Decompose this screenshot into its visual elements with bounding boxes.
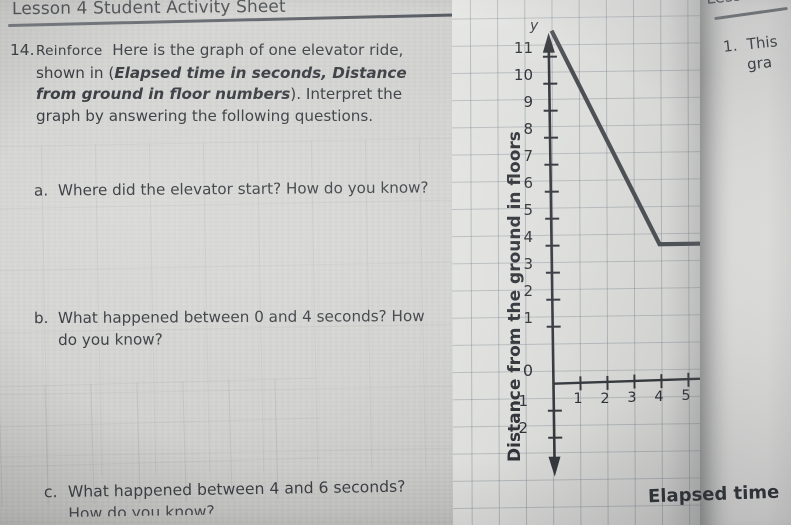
right-page-item-line2: gra [746,52,773,74]
reinforce-tag: Reinforce [36,43,103,59]
right-page: Lesson 1. This gra [700,0,791,525]
sub-question-b: b. What happened between 0 and 4 seconds… [34,305,444,351]
sub-question-c: c. What happened between 4 and 6 seconds… [44,475,465,518]
y-tick-label-11: 11 [513,39,533,57]
sub-question-a: a. Where did the elevator start? How do … [34,176,444,201]
right-page-item-1: 1. This gra [722,31,780,76]
x-tick-label-2: 2 [600,391,610,407]
right-page-item-line1: This [745,32,779,54]
y-axis-title: Distance from the ground in floors [505,131,525,462]
right-page-divider [714,6,788,20]
x-tick-label-3: 3 [627,390,637,406]
sub-question-c-body: What happened between 4 and 6 seconds? H… [68,476,406,517]
question-number: 14. [10,41,35,59]
worksheet-photo: Lesson 4 Student Activity Sheet 14. Rein… [0,0,791,525]
question-text: Reinforce Here is the graph of one eleva… [36,40,440,127]
right-page-header: Lesson [705,0,762,8]
right-page-item-number: 1. [722,36,739,56]
sub-question-c-letter: c. [43,483,58,502]
y-axis-symbol: y [530,18,539,34]
y-axis-arrow-down [548,456,561,477]
page-header-title: Lesson 4 Student Activity Sheet [11,0,286,20]
question-14: 14. Reinforce Here is the graph of one e… [10,40,440,127]
x-tick-label-1: 1 [573,391,583,407]
x-tick-label-4: 4 [654,389,664,405]
sub-question-a-text: Where did the elevator start? How do you… [57,178,429,200]
sub-question-b-letter: b. [33,308,49,328]
x-tick-label-5: 5 [681,388,691,404]
sub-question-b-text: What happened between 0 and 4 seconds? H… [57,307,425,349]
sub-question-a-letter: a. [33,181,49,200]
